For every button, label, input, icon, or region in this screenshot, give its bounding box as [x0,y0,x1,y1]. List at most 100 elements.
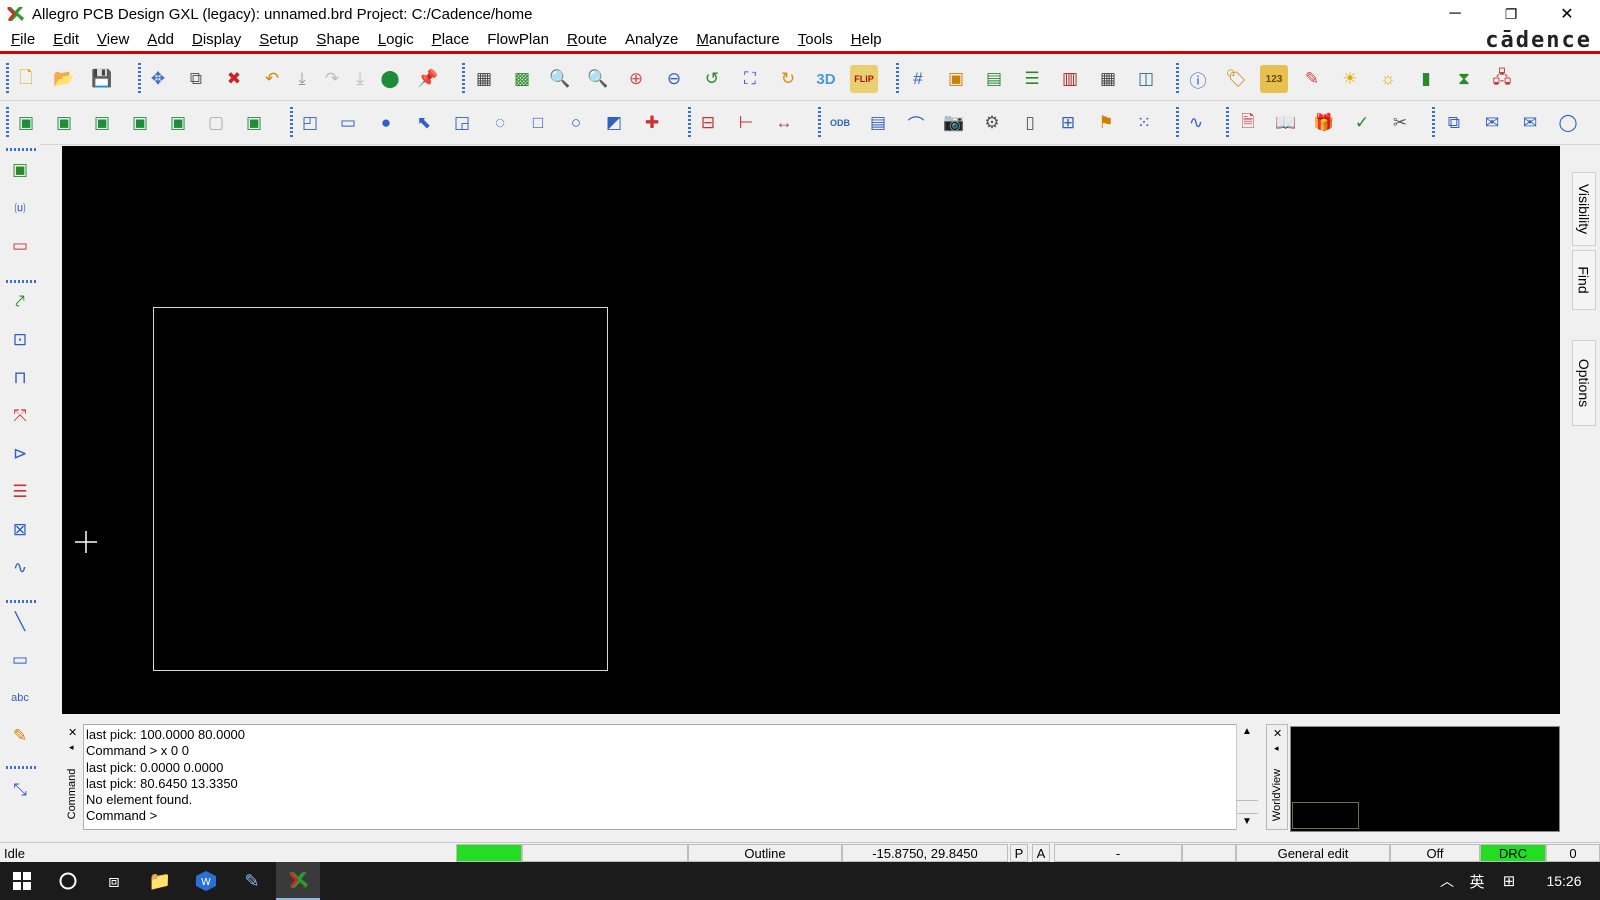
net-trace-icon[interactable]: ∿ [1182,109,1210,137]
dimension-icon[interactable]: ⊟ [694,109,722,137]
menu-file[interactable]: File [2,31,44,48]
zoom-in-icon[interactable]: ⊕ [622,65,650,93]
menu-display[interactable]: Display [183,31,250,48]
undo-dropdown-icon[interactable]: ⤓ [288,65,316,93]
zoom-window-icon[interactable]: 🔍 [546,65,574,93]
shape-layer-icon[interactable]: ▣ [164,109,192,137]
redo-dropdown-icon[interactable]: ⤓ [346,65,374,93]
unconnected-icon[interactable]: ✉ [1478,109,1506,137]
slide-icon[interactable]: ⊡ [6,326,34,354]
windows-start-icon[interactable] [0,862,44,900]
status-drc[interactable]: DRC [1480,844,1546,862]
cut-trace-icon[interactable]: ✂ [1386,109,1414,137]
spreadsheet-icon[interactable]: ▦ [1094,65,1122,93]
close-icon[interactable]: ✕ [68,726,77,739]
silkscreen-icon[interactable]: ▯ [1016,109,1044,137]
array-icon[interactable]: ⁙ [1130,109,1158,137]
grid-edit-icon[interactable]: ▩ [508,65,536,93]
info-icon[interactable]: ⓘ [1184,65,1212,93]
shadow-icon[interactable]: ▤ [980,65,1008,93]
save-icon[interactable]: 💾 [88,65,116,93]
scroll-up-icon[interactable]: ▲ [1242,726,1252,737]
ime-mode-icon[interactable]: ⊞ [1494,862,1524,900]
menu-place[interactable]: Place [423,31,479,48]
artwork-icon[interactable]: ▤ [864,109,892,137]
show-element-icon[interactable]: 🏷 [1222,65,1250,93]
dimension-aligned-icon[interactable]: ↔ [770,109,798,137]
fanout-icon[interactable]: ⊳ [6,440,34,468]
taskbar-clock[interactable]: 15:26 [1534,862,1594,900]
toolbar-grip[interactable] [6,148,36,151]
menu-shape[interactable]: Shape [307,31,368,48]
scroll-thumb[interactable] [1237,800,1258,814]
drill-table-icon[interactable]: ⊞ [1054,109,1082,137]
menu-setup[interactable]: Setup [250,31,307,48]
word-app-icon[interactable]: W [184,862,228,900]
menu-logic[interactable]: Logic [369,31,423,48]
worldview-handle[interactable]: ✕ ◂ WorldView [1266,724,1288,830]
mail-icon[interactable]: ✉ [1516,109,1544,137]
color-icon[interactable]: ▣ [942,65,970,93]
command-window-handle[interactable]: ✕ ◂ Command [62,724,84,830]
tab-options[interactable]: Options [1572,340,1596,426]
menu-help[interactable]: Help [842,31,891,48]
copy-icon[interactable]: ⧉ [182,65,210,93]
open-folder-icon[interactable]: 📂 [50,65,78,93]
menu-add[interactable]: Add [138,31,183,48]
pin-icon[interactable]: 📌 [414,65,442,93]
menu-view[interactable]: View [88,31,138,48]
new-file-icon[interactable]: 🗋 [12,65,40,93]
close-button[interactable]: ✕ [1544,0,1590,28]
shape-edit-icon[interactable]: ◩ [600,109,628,137]
stack-icon[interactable]: ⧉ [1440,109,1468,137]
tab-visibility[interactable]: Visibility [1572,172,1596,246]
etch-layer-icon[interactable]: ▣ [12,109,40,137]
shape-delete-icon[interactable]: ✚ [638,109,666,137]
file-explorer-icon[interactable]: 📁 [138,862,182,900]
search-icon[interactable] [46,862,90,900]
move-icon[interactable]: ✥ [144,65,172,93]
collapse-icon[interactable]: ◂ [1274,743,1279,754]
constraint-manager-icon[interactable]: ▥ [1056,65,1084,93]
ime-language[interactable]: 英 [1462,862,1492,900]
collapse-icon[interactable]: ◂ [69,742,74,753]
zoom-out-icon[interactable]: ⊖ [660,65,688,93]
status-a-button[interactable]: A [1032,844,1050,862]
tray-chevron-up-icon[interactable]: ︿ [1432,862,1462,900]
command-output[interactable]: last pick: 100.0000 80.0000 Command > x … [86,727,1226,825]
assign-color-icon[interactable]: ☀ [1336,65,1364,93]
report-icon[interactable]: 🖧 [1488,65,1516,93]
odb-export-icon[interactable]: ODB [826,109,854,137]
zoom-previous-icon[interactable]: ↺ [698,65,726,93]
status-mode[interactable]: General edit [1236,844,1390,862]
add-connect-icon[interactable]: ⤤ [6,288,34,316]
auto-route-icon[interactable]: ⊠ [6,516,34,544]
toolbar-grip[interactable] [6,107,9,139]
restore-button[interactable]: ❐ [1488,0,1534,28]
shape-rect-icon[interactable]: ▭ [334,109,362,137]
layers-icon[interactable]: ☰ [1018,65,1046,93]
flip-board-icon[interactable]: FLIP [850,65,878,93]
menu-edit[interactable]: Edit [44,31,88,48]
measure-icon[interactable]: 123 [1260,65,1288,93]
menu-flowplan[interactable]: FlowPlan [478,31,558,48]
shape-circle-icon[interactable]: ● [372,109,400,137]
doc-report-icon[interactable]: 🗎 [1234,109,1262,137]
grid-toggle-icon[interactable]: # [904,65,932,93]
add-rect-icon[interactable]: ▭ [6,646,34,674]
status-p-button[interactable]: P [1010,844,1028,862]
zoom-world-icon[interactable]: ⛶ [736,65,764,93]
command-scrollbar[interactable]: ▲ ▼ [1236,724,1258,830]
worldview-viewport[interactable] [1292,802,1359,829]
status-off[interactable]: Off [1390,844,1480,862]
notepad-app-icon[interactable]: ✎ [230,862,274,900]
scroll-down-icon[interactable]: ▼ [1242,816,1252,827]
shape-void-round-icon[interactable]: ○ [562,109,590,137]
board-outline[interactable] [153,307,608,671]
undo-icon[interactable]: ↶ [258,65,286,93]
minimize-button[interactable]: ─ [1432,0,1478,28]
shape-void-icon[interactable]: ◲ [448,109,476,137]
place-manual-icon[interactable]: ▣ [6,156,34,184]
menu-analyze[interactable]: Analyze [616,31,687,48]
zoom-fit-icon[interactable]: 🔍 [584,65,612,93]
